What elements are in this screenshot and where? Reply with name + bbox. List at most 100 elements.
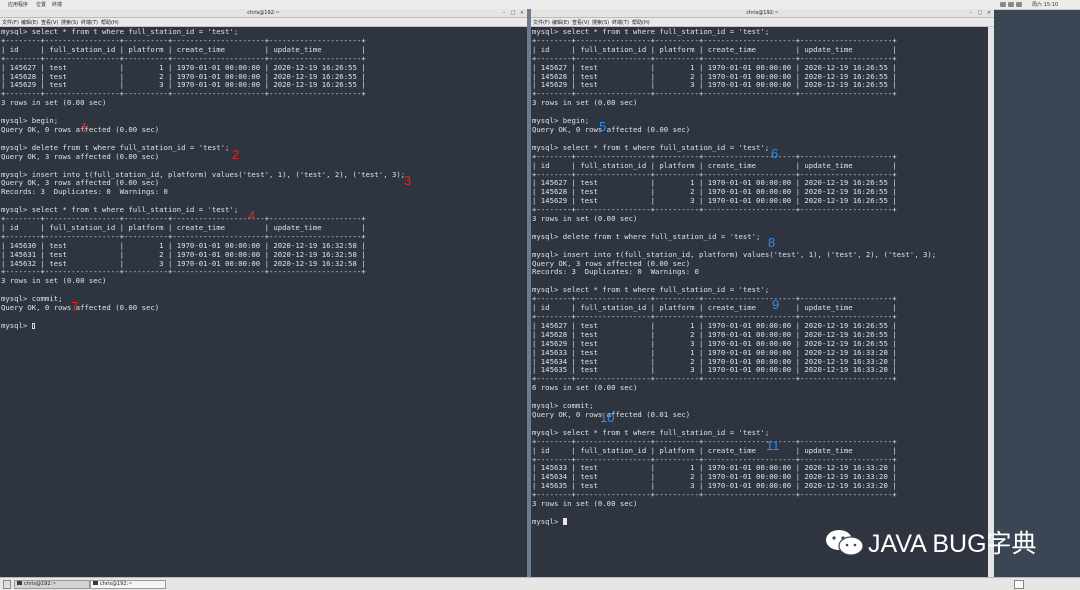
terminal-line: Query OK, 0 rows affected (0.00 sec) [1, 303, 160, 313]
terminal-line: | 145634 | test | 2 | 1970-01-01 00:00:0… [532, 356, 897, 366]
terminal-line: +--------+-----------------+----------+-… [532, 454, 897, 464]
terminal-window-right[interactable]: chris@192:~ – □ × 文件(F) 编辑(E) 查看(V) 搜索(S… [531, 9, 994, 577]
menu-help[interactable]: 帮助(H) [101, 19, 119, 26]
menu-file[interactable]: 文件(F) [2, 19, 19, 26]
terminal-output[interactable]: mysql> select * from t where full_statio… [1, 27, 406, 331]
terminal-line: | 145635 | test | 3 | 1970-01-01 00:00:0… [532, 365, 897, 375]
window-titlebar[interactable]: chris@192:~ – □ × [0, 9, 527, 18]
taskbar-item-terminal-1[interactable]: chris@192:~ [14, 580, 90, 589]
terminal-line: +--------+-----------------+----------+-… [532, 169, 897, 179]
menu-view[interactable]: 查看(V) [41, 19, 58, 26]
terminal-line: mysql> begin; [1, 116, 59, 126]
annotation-6: 6 [771, 146, 779, 161]
annotation-3: 3 [404, 173, 412, 188]
terminal-line: | id | full_station_id | platform | crea… [532, 303, 897, 313]
terminal-icon [17, 581, 22, 585]
clock[interactable]: 周六 15:10 [1032, 1, 1058, 8]
terminal-line: | 145629 | test | 3 | 1970-01-01 00:00:0… [532, 80, 897, 90]
annotation-10: 10 [600, 410, 615, 425]
terminal-line: mysql> delete from t where full_station_… [1, 142, 230, 152]
terminal-line: mysql> commit; [532, 401, 594, 411]
terminal-line: 3 rows in set (0.00 sec) [1, 98, 107, 108]
annotation-5: 5 [599, 119, 607, 134]
minimize-icon[interactable]: – [968, 10, 974, 16]
terminal-window-left[interactable]: chris@192:~ – □ × 文件(F) 编辑(E) 查看(V) 搜索(S… [0, 9, 527, 577]
terminal-line: | 145634 | test | 2 | 1970-01-01 00:00:0… [532, 472, 897, 482]
terminal-line: | id | full_station_id | platform | crea… [532, 445, 897, 455]
minimize-icon[interactable]: – [501, 10, 507, 16]
annotation-11: 11 [766, 438, 780, 453]
terminal-icon [93, 581, 98, 585]
menu-file[interactable]: 文件(F) [533, 19, 550, 26]
terminal-line: +--------+-----------------+----------+-… [1, 89, 366, 99]
scrollbar[interactable] [988, 27, 994, 577]
maximize-icon[interactable]: □ [510, 10, 516, 16]
terminal-line: +--------+-----------------+----------+-… [1, 35, 366, 45]
terminal-line: 6 rows in set (0.00 sec) [532, 383, 638, 393]
menu-view[interactable]: 查看(V) [572, 19, 589, 26]
window-title: chris@192:~ [247, 10, 280, 16]
wechat-icon [826, 530, 864, 556]
network-icon[interactable] [1000, 2, 1006, 7]
menu-edit[interactable]: 编辑(E) [552, 19, 569, 26]
terminal-line: +--------+-----------------+----------+-… [532, 374, 897, 384]
menu-terminal-menu[interactable]: 终端(T) [612, 19, 629, 26]
terminal-line: | 145635 | test | 3 | 1970-01-01 00:00:0… [532, 481, 897, 491]
terminal-line: mysql> delete from t where full_station_… [532, 231, 761, 241]
terminal-line: | 145630 | test | 1 | 1970-01-01 00:00:0… [1, 240, 366, 250]
terminal-line: +--------+-----------------+----------+-… [532, 436, 897, 446]
close-icon[interactable]: × [986, 10, 992, 16]
terminal-line: 3 rows in set (0.00 sec) [1, 276, 107, 286]
terminal-line: | id | full_station_id | platform | crea… [1, 44, 366, 54]
terminal-line: +--------+-----------------+----------+-… [532, 312, 897, 321]
terminal-line: +--------+-----------------+----------+-… [532, 151, 897, 161]
terminal-output[interactable]: mysql> select * from t where full_statio… [532, 27, 937, 527]
terminal-line: | 145633 | test | 1 | 1970-01-01 00:00:0… [532, 347, 897, 357]
annotation-4: 4 [248, 208, 256, 223]
terminal-line: Query OK, 3 rows affected (0.00 sec) [532, 258, 691, 268]
terminal-menubar: 文件(F) 编辑(E) 查看(V) 搜索(S) 终端(T) 帮助(H) [0, 18, 527, 27]
terminal-line: | 145629 | test | 3 | 1970-01-01 00:00:0… [532, 338, 897, 348]
terminal-line: | 145627 | test | 1 | 1970-01-01 00:00:0… [1, 62, 366, 72]
annotation-1: 1 [81, 120, 89, 135]
terminal-line: | 145633 | test | 1 | 1970-01-01 00:00:0… [532, 463, 897, 473]
terminal-line: +--------+-----------------+----------+-… [1, 231, 366, 241]
terminal-line: 3 rows in set (0.00 sec) [532, 98, 638, 108]
window-title: chris@192:~ [746, 10, 779, 16]
terminal-line: mysql> insert into t(full_station_id, pl… [532, 249, 937, 259]
menu-terminal-menu[interactable]: 终端(T) [81, 19, 98, 26]
close-icon[interactable]: × [519, 10, 525, 16]
terminal-line: +--------+-----------------+----------+-… [1, 214, 366, 224]
terminal-line: mysql> select * from t where full_statio… [1, 27, 239, 36]
terminal-line: | 145629 | test | 3 | 1970-01-01 00:00:0… [1, 80, 366, 90]
terminal-line: | 145628 | test | 2 | 1970-01-01 00:00:0… [1, 71, 366, 81]
menu-terminal[interactable]: 终端 [52, 1, 62, 8]
taskbar-item-terminal-2[interactable]: chris@192:~ [90, 580, 166, 589]
terminal-line: mysql> [1, 320, 32, 330]
menu-edit[interactable]: 编辑(E) [21, 19, 38, 26]
menu-help[interactable]: 帮助(H) [632, 19, 650, 26]
workspace-switcher[interactable] [1014, 580, 1024, 589]
watermark-text: JAVA BUG字典 [868, 530, 1037, 558]
terminal-line: | 145632 | test | 3 | 1970-01-01 00:00:0… [1, 258, 366, 268]
terminal-line: +--------+-----------------+----------+-… [532, 294, 897, 304]
power-icon[interactable] [1016, 2, 1022, 7]
menu-search[interactable]: 搜索(S) [61, 19, 78, 26]
terminal-line: Query OK, 3 rows affected (0.00 sec) [1, 178, 160, 188]
terminal-line: | 145631 | test | 2 | 1970-01-01 00:00:0… [1, 249, 366, 259]
terminal-line: mysql> insert into t(full_station_id, pl… [1, 169, 406, 179]
terminal-line: | id | full_station_id | platform | crea… [532, 160, 897, 170]
menu-places[interactable]: 位置 [36, 1, 46, 8]
terminal-line: mysql> commit; [1, 294, 63, 304]
maximize-icon[interactable]: □ [977, 10, 983, 16]
window-titlebar[interactable]: chris@192:~ – □ × [531, 9, 994, 18]
taskbar: chris@192:~ chris@192:~ [0, 577, 1080, 590]
volume-icon[interactable] [1008, 2, 1014, 7]
terminal-line: mysql> select * from t where full_statio… [532, 285, 770, 295]
menu-applications[interactable]: 应用程序 [8, 1, 28, 8]
text-cursor [31, 322, 35, 329]
show-desktop-icon[interactable] [3, 580, 11, 589]
terminal-line: +--------+-----------------+----------+-… [532, 89, 897, 99]
terminal-line: mysql> [532, 516, 563, 526]
menu-search[interactable]: 搜索(S) [592, 19, 609, 26]
